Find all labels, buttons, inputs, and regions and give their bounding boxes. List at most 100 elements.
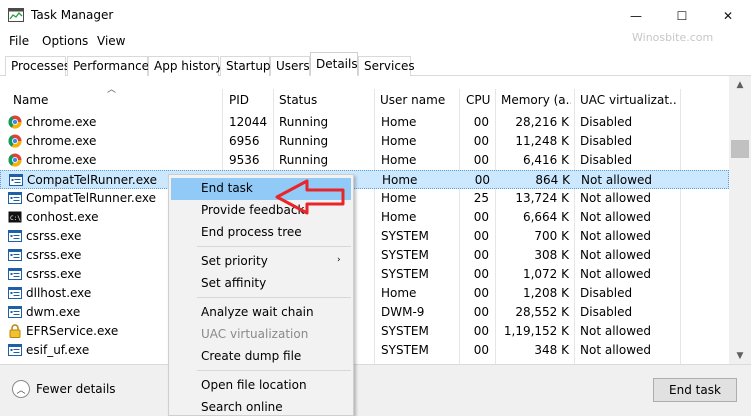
column-header-status[interactable]: Status xyxy=(279,93,317,107)
menu-item-end-process-tree[interactable]: End process tree xyxy=(201,225,302,239)
cell-status: Running xyxy=(279,115,329,129)
app-window-icon xyxy=(9,173,23,187)
chevron-up-icon[interactable]: ︿ xyxy=(12,380,30,398)
tab-app-history[interactable]: App history xyxy=(148,56,223,76)
app-window-icon xyxy=(8,248,22,262)
table-row[interactable]: esif_uf.exe SYSTEM 00 348 K Not allowed xyxy=(0,341,729,360)
scrollbar-thumb[interactable] xyxy=(731,140,749,158)
watermark: Winosbite.com xyxy=(632,31,714,44)
table-row[interactable]: chrome.exe 6956 Running Home 00 11,248 K Disab… xyxy=(0,132,729,151)
cell-memory: 1,19,152 K xyxy=(503,324,569,338)
menu-separator xyxy=(197,297,351,298)
cell-user: Home xyxy=(381,153,417,167)
fewer-details-link[interactable]: Fewer details xyxy=(36,382,116,396)
cell-cpu: 00 xyxy=(473,324,489,338)
cell-status: Running xyxy=(279,153,329,167)
cell-memory: 6,664 K xyxy=(522,210,569,224)
table-row[interactable]: C:\ conhost.exe Home 00 6,664 K Not allowed xyxy=(0,208,729,227)
table-row[interactable]: csrss.exe SYSTEM 00 1,072 K Not allowed xyxy=(0,265,729,284)
table-row[interactable]: chrome.exe 12044 Running Home 00 28,216 K Disa… xyxy=(0,113,729,132)
menu-item-set-affinity[interactable]: Set affinity xyxy=(201,276,266,290)
cell-user: SYSTEM xyxy=(381,267,429,281)
column-header-user-name[interactable]: User name xyxy=(380,93,445,107)
cell-cpu: 00 xyxy=(473,305,489,319)
cell-user: Home xyxy=(381,115,417,129)
menu-view[interactable]: View xyxy=(97,34,125,48)
cell-user: SYSTEM xyxy=(381,343,429,357)
cell-memory: 1,072 K xyxy=(522,267,569,281)
cell-cpu: 00 xyxy=(473,286,489,300)
table-row[interactable]: csrss.exe SYSTEM 00 700 K Not allowed xyxy=(0,227,729,246)
menu-file[interactable]: File xyxy=(9,34,29,48)
tab-services[interactable]: Services xyxy=(358,56,415,76)
menu-separator xyxy=(197,246,351,247)
cell-user: Home xyxy=(381,210,417,224)
cell-uac: Disabled xyxy=(580,305,633,319)
cell-uac: Disabled xyxy=(580,153,633,167)
tab-startup[interactable]: Startup xyxy=(220,56,271,76)
cell-uac: Not allowed xyxy=(580,229,652,243)
minimize-button[interactable]: — xyxy=(613,0,659,31)
table-row[interactable]: csrss.exe SYSTEM 00 308 K Not allowed xyxy=(0,246,729,265)
menu-item-set-priority[interactable]: Set priority xyxy=(201,254,268,268)
menu-item-uac-virtualization: UAC virtualization xyxy=(201,327,309,341)
app-window-icon xyxy=(8,343,22,357)
table-row[interactable]: dllhost.exe Home 00 1,208 K Disabled xyxy=(0,284,729,303)
cell-pid: 6956 xyxy=(229,134,260,148)
table-row[interactable]: CompatTelRunner.exe Home 00 864 K Not allowe… xyxy=(0,170,729,189)
cell-uac: Not allowed xyxy=(581,173,653,187)
cell-uac: Disabled xyxy=(580,286,633,300)
chrome-icon xyxy=(8,134,22,148)
table-row[interactable]: EFRService.exe SYSTEM 00 1,19,152 K Not allo… xyxy=(0,322,729,341)
cell-memory: 864 K xyxy=(535,173,570,187)
menu-options[interactable]: Options xyxy=(42,34,88,48)
cell-status: Running xyxy=(279,134,329,148)
scroll-up-icon[interactable]: ▲ xyxy=(729,76,751,93)
lock-icon xyxy=(8,324,22,338)
column-header-pid[interactable]: PID xyxy=(229,93,249,107)
cell-user: Home xyxy=(382,173,418,187)
column-header-name[interactable]: Name xyxy=(13,93,48,107)
menu-item-create-dump-file[interactable]: Create dump file xyxy=(201,349,301,363)
cell-user: SYSTEM xyxy=(381,324,429,338)
cell-uac: Not allowed xyxy=(580,343,652,357)
tab-details[interactable]: Details xyxy=(310,52,358,76)
maximize-button[interactable]: ☐ xyxy=(659,0,705,31)
cell-cpu: 00 xyxy=(473,343,489,357)
cell-memory: 1,208 K xyxy=(522,286,569,300)
cell-memory: 308 K xyxy=(534,248,569,262)
app-window-icon xyxy=(8,191,22,205)
cell-cpu: 00 xyxy=(473,115,489,129)
svg-text:C:\: C:\ xyxy=(10,215,21,222)
table-row[interactable]: dwm.exe DWM-9 00 28,552 K Disabled xyxy=(0,303,729,322)
menu-item-analyze-wait-chain[interactable]: Analyze wait chain xyxy=(201,305,314,319)
table-row[interactable]: CompatTelRunner.exe Home 25 13,724 K Not all… xyxy=(0,189,729,208)
tab-processes[interactable]: Processes xyxy=(5,56,70,76)
close-button[interactable]: ✕ xyxy=(705,0,751,31)
column-header-uac[interactable]: UAC virtualizat... xyxy=(580,93,676,107)
cell-cpu: 25 xyxy=(473,191,489,205)
cell-memory: 348 K xyxy=(534,343,569,357)
tab-performance[interactable]: Performance xyxy=(67,56,149,76)
menu-item-open-file-location[interactable]: Open file location xyxy=(201,378,307,392)
end-task-button[interactable]: End task xyxy=(653,378,737,402)
cell-memory: 28,216 K xyxy=(515,115,569,129)
cell-cpu: 00 xyxy=(474,173,490,187)
table-row[interactable]: chrome.exe 9536 Running Home 00 6,416 K Disabl… xyxy=(0,151,729,170)
column-header-cpu[interactable]: CPU xyxy=(466,93,490,107)
cell-uac: Not allowed xyxy=(580,210,652,224)
vertical-scrollbar[interactable] xyxy=(729,76,751,364)
menu-item-search-online[interactable]: Search online xyxy=(201,400,283,414)
cell-name: chrome.exe xyxy=(26,134,97,148)
tab-users[interactable]: Users xyxy=(270,56,310,76)
cell-pid: 12044 xyxy=(229,115,268,129)
scroll-down-icon[interactable]: ▼ xyxy=(729,347,751,364)
cell-name: chrome.exe xyxy=(26,115,97,129)
column-header-memory[interactable]: Memory (a... xyxy=(501,93,571,107)
cell-uac: Not allowed xyxy=(580,248,652,262)
app-window-icon xyxy=(8,305,22,319)
menu-item-end-task[interactable]: End task xyxy=(201,181,253,195)
menu-separator xyxy=(197,370,351,371)
cell-name: chrome.exe xyxy=(26,153,97,167)
cell-uac: Disabled xyxy=(580,134,633,148)
